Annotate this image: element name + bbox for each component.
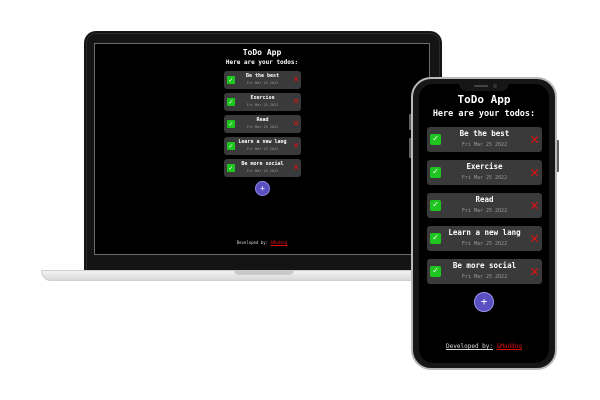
todo-item[interactable]: ✓ Read Fri Mar 25 2022 ✕ xyxy=(224,115,301,133)
todo-name: Be more social xyxy=(452,261,517,270)
author-link[interactable]: &Maddog xyxy=(270,240,287,245)
delete-x-icon[interactable]: ✕ xyxy=(530,230,539,247)
todo-name: Read xyxy=(475,195,494,204)
todo-date: Fri Mar 25 2022 xyxy=(246,103,279,107)
todo-name: Exercise xyxy=(466,162,503,171)
todo-item[interactable]: ✓ Be the best Fri Mar 25 2022 ✕ xyxy=(427,127,542,152)
todo-date: Fri Mar 25 2022 xyxy=(461,241,508,247)
phone-speaker xyxy=(474,85,488,87)
delete-x-icon[interactable]: ✕ xyxy=(293,74,299,86)
todo-name: Learn a new lang xyxy=(448,228,521,237)
todo-item[interactable]: ✓ Exercise Fri Mar 25 2022 ✕ xyxy=(427,160,542,185)
delete-x-icon[interactable]: ✕ xyxy=(530,164,539,181)
check-icon[interactable]: ✓ xyxy=(227,120,235,128)
delete-x-icon[interactable]: ✕ xyxy=(293,140,299,152)
todo-date: Fri Mar 25 2022 xyxy=(246,125,279,129)
check-icon[interactable]: ✓ xyxy=(430,167,441,178)
footer-credit: Developed by: &Maddog xyxy=(419,343,549,350)
todo-name: Learn a new lang xyxy=(238,139,287,145)
add-todo-button[interactable]: + xyxy=(474,292,494,312)
author-link[interactable]: &Maddog xyxy=(497,343,522,350)
footer-prefix: Developed by: xyxy=(446,343,494,350)
delete-x-icon[interactable]: ✕ xyxy=(293,162,299,174)
todo-date: Fri Mar 25 2022 xyxy=(461,175,508,181)
todo-name: Read xyxy=(256,117,269,123)
check-icon[interactable]: ✓ xyxy=(430,233,441,244)
page-subtitle: Here are your todos: xyxy=(432,109,536,119)
add-todo-button[interactable]: + xyxy=(255,181,270,196)
delete-x-icon[interactable]: ✕ xyxy=(293,96,299,108)
todo-date: Fri Mar 25 2022 xyxy=(246,169,279,173)
delete-x-icon[interactable]: ✕ xyxy=(530,197,539,214)
todo-item[interactable]: ✓ Read Fri Mar 25 2022 ✕ xyxy=(427,193,542,218)
todo-date: Fri Mar 25 2022 xyxy=(246,81,279,85)
todo-name: Be the best xyxy=(245,73,280,79)
todo-date: Fri Mar 25 2022 xyxy=(461,208,508,214)
delete-x-icon[interactable]: ✕ xyxy=(530,263,539,280)
check-icon[interactable]: ✓ xyxy=(227,164,235,172)
todo-item[interactable]: ✓ Exercise Fri Mar 25 2022 ✕ xyxy=(224,93,301,111)
camera-icon xyxy=(493,84,497,88)
todo-date: Fri Mar 25 2022 xyxy=(246,147,279,151)
todo-item[interactable]: ✓ Learn a new lang Fri Mar 25 2022 ✕ xyxy=(427,226,542,251)
todo-item[interactable]: ✓ Be the best Fri Mar 25 2022 ✕ xyxy=(224,71,301,89)
todo-date: Fri Mar 25 2022 xyxy=(461,274,508,280)
footer-prefix: Developed by: xyxy=(236,240,269,245)
laptop-screen: ToDo App Here are your todos: ✓ Be the b… xyxy=(94,43,430,255)
todo-item[interactable]: ✓ Be more social Fri Mar 25 2022 ✕ xyxy=(427,259,542,284)
todo-item[interactable]: ✓ Be more social Fri Mar 25 2022 ✕ xyxy=(224,159,301,177)
check-icon[interactable]: ✓ xyxy=(430,266,441,277)
delete-x-icon[interactable]: ✕ xyxy=(293,118,299,130)
phone-screen: ToDo App Here are your todos: ✓ Be the b… xyxy=(419,84,549,363)
todo-name: Be more social xyxy=(241,161,284,167)
delete-x-icon[interactable]: ✕ xyxy=(530,131,539,148)
check-icon[interactable]: ✓ xyxy=(227,76,235,84)
todo-date: Fri Mar 25 2022 xyxy=(461,142,508,148)
check-icon[interactable]: ✓ xyxy=(227,98,235,106)
footer-credit: Developed by: &Maddog xyxy=(95,240,429,245)
laptop-trackpad-notch xyxy=(234,270,294,275)
page-title: ToDo App xyxy=(242,48,282,57)
check-icon[interactable]: ✓ xyxy=(227,142,235,150)
page-title: ToDo App xyxy=(457,93,511,106)
check-icon[interactable]: ✓ xyxy=(430,134,441,145)
page-subtitle: Here are your todos: xyxy=(225,59,299,66)
check-icon[interactable]: ✓ xyxy=(430,200,441,211)
todo-name: Exercise xyxy=(250,95,275,101)
todo-item[interactable]: ✓ Learn a new lang Fri Mar 25 2022 ✕ xyxy=(224,137,301,155)
todo-name: Be the best xyxy=(459,129,510,138)
